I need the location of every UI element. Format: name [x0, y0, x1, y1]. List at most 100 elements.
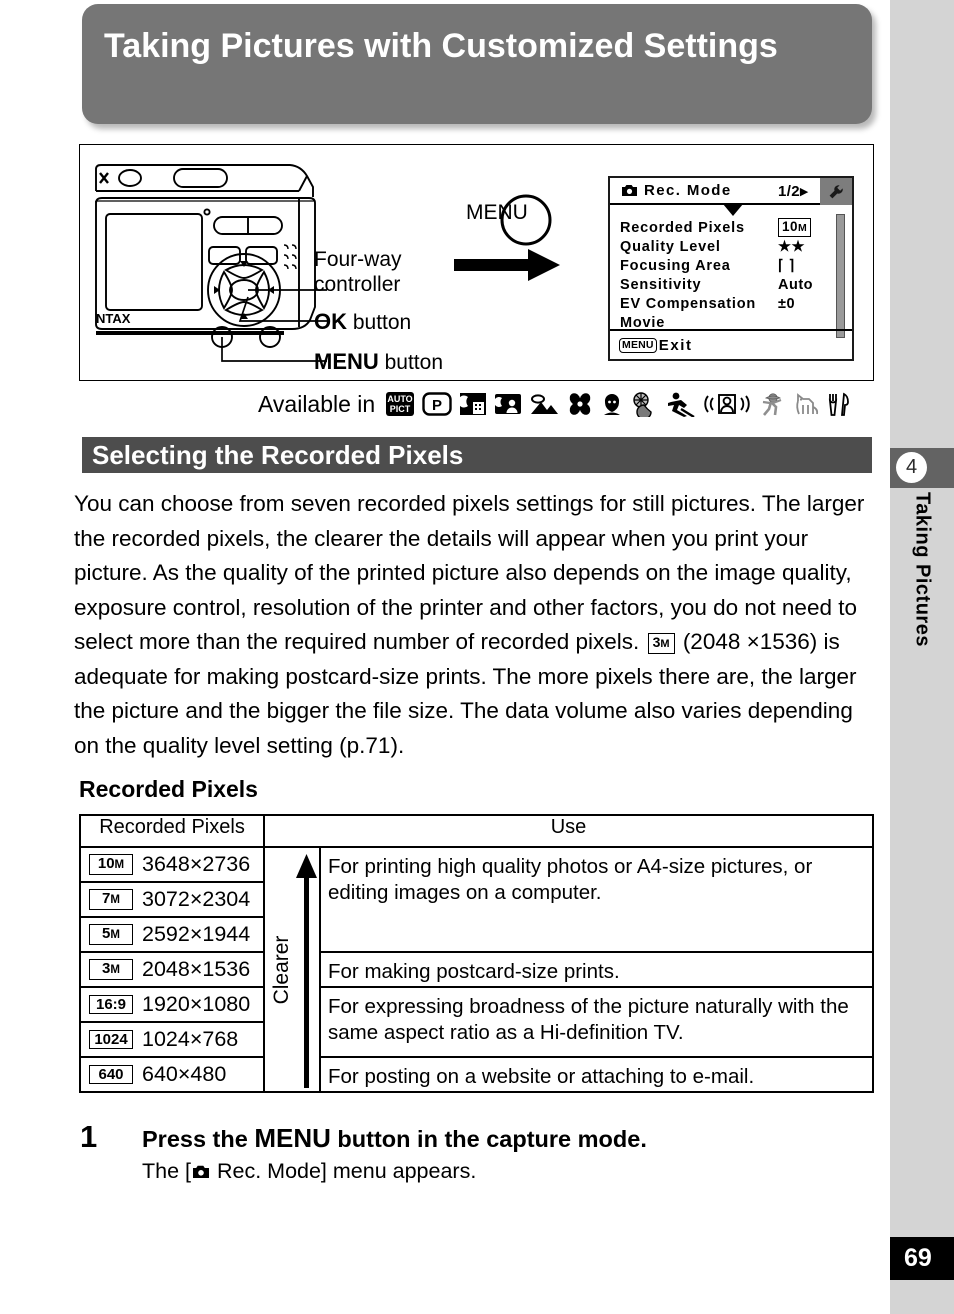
- callout-menu-bold: MENU: [314, 349, 379, 374]
- use-cell: For printing high quality photos or A4-s…: [318, 846, 875, 953]
- page-number: 69: [890, 1237, 954, 1280]
- callout-four-way-line1: Four-way: [314, 248, 402, 271]
- available-in-label: Available in: [258, 390, 376, 417]
- pixels-dimensions: 1024×768: [142, 1027, 239, 1051]
- callout-ok-rest: button: [347, 311, 412, 334]
- lcd-option-value: ±0: [778, 295, 796, 312]
- step-title-after: button in the capture mode.: [330, 1126, 647, 1152]
- lcd-row[interactable]: Sensitivity Auto: [620, 275, 852, 294]
- camera-icon: [193, 1165, 209, 1178]
- pixels-cell: 10M 3648×2736: [79, 846, 265, 883]
- clearer-label: Clearer: [270, 935, 293, 1004]
- lcd-option-value: ★★: [778, 238, 805, 255]
- pixels-badge: 3M: [89, 959, 133, 980]
- lcd-title: Rec. Mode: [644, 182, 732, 199]
- night-scene-mode-icon: [459, 391, 487, 417]
- clearer-indicator: Clearer: [265, 848, 321, 1091]
- chapter-title-text: Taking Pictures: [911, 492, 934, 647]
- pixels-cell: 3M 2048×1536: [79, 951, 265, 988]
- pixels-cell: 1024 1024×768: [79, 1021, 265, 1058]
- lcd-option-label: Recorded Pixels: [620, 219, 745, 236]
- inline-3m-badge: 3M: [647, 633, 675, 654]
- lcd-page-indicator: 1/2▸: [778, 182, 808, 200]
- step-title-menu: MENU: [254, 1123, 331, 1153]
- camera-icon: [622, 185, 637, 196]
- lcd-option-value: ⌈ ⌉: [778, 257, 795, 274]
- lcd-exit-bar: MENU Exit: [610, 329, 852, 359]
- callout-menu-button: MENU button: [314, 349, 443, 375]
- frame-composite-mode-icon: [702, 391, 752, 417]
- lcd-option-label: Quality Level: [620, 238, 721, 255]
- food-mode-icon: [827, 391, 851, 417]
- page-title: Taking Pictures with Customized Settings: [104, 27, 778, 65]
- lcd-option-list: Recorded Pixels 10M Quality Level ★★ Foc…: [610, 205, 852, 332]
- svg-text:P: P: [432, 397, 442, 414]
- lcd-row[interactable]: EV Compensation ±0: [620, 294, 852, 313]
- pixels-badge: 16:9: [89, 995, 133, 1014]
- sport-mode-icon: [665, 391, 695, 417]
- pixels-dimensions: 2592×1944: [142, 922, 251, 946]
- pixels-badge: 10M: [89, 854, 133, 875]
- lcd-option-label: Focusing Area: [620, 257, 731, 274]
- wrench-glyph: [829, 184, 843, 198]
- page-title-banner: Taking Pictures with Customized Settings: [82, 4, 872, 124]
- menu-key-chip: MENU: [619, 337, 657, 353]
- lcd-option-value: Auto: [778, 276, 814, 293]
- column-header-pixels: Recorded Pixels: [79, 814, 265, 848]
- step-description: The [ Rec. Mode] menu appears.: [142, 1159, 476, 1184]
- kids-mode-icon: [759, 391, 785, 417]
- lcd-exit-label: Exit: [658, 336, 693, 354]
- pet-mode-icon: [792, 391, 820, 417]
- lcd-title-bar: Rec. Mode 1/2▸: [610, 178, 852, 205]
- pixels-cell: 7M 3072×2304: [79, 881, 265, 918]
- table-row: 16:9 1920×1080 For expressing broadness o…: [79, 986, 875, 1058]
- use-cell: For expressing broadness of the picture …: [318, 986, 875, 1058]
- pixels-badge: 7M: [89, 889, 133, 910]
- svg-text:AUTO: AUTO: [388, 394, 413, 404]
- lcd-row[interactable]: Recorded Pixels 10M: [620, 218, 852, 237]
- lcd-row[interactable]: Focusing Area ⌈ ⌉: [620, 256, 852, 275]
- lcd-scrollbar[interactable]: [836, 214, 845, 338]
- step-sub-after: Rec. Mode] menu appears.: [211, 1159, 477, 1183]
- pixels-dimensions: 1920×1080: [142, 992, 251, 1016]
- pixels-dimensions: 640×480: [142, 1062, 227, 1086]
- lcd-row[interactable]: Quality Level ★★: [620, 237, 852, 256]
- table-row: 640 640×480 For posting on a website or a…: [79, 1056, 875, 1093]
- use-cell: For making postcard-size prints.: [318, 951, 875, 988]
- step-sub-before: The [: [142, 1159, 191, 1183]
- pixels-cell: 16:9 1920×1080: [79, 986, 265, 1023]
- chapter-title: Taking Pictures: [890, 492, 954, 752]
- landscape-mode-icon: [529, 391, 559, 417]
- callout-four-way-line2: controller: [314, 273, 401, 296]
- available-modes-row: Available in AUTO PICT P: [258, 387, 858, 421]
- portrait-mode-icon: [601, 391, 623, 417]
- table-row: 10M 3648×2736 Clearer For printing high q…: [79, 846, 875, 1093]
- body-paragraph: You can choose from seven recorded pixel…: [74, 487, 879, 763]
- pixels-dimensions: 3648×2736: [142, 852, 251, 876]
- wrench-icon[interactable]: [820, 178, 852, 205]
- clearer-arrow-cell: Clearer: [263, 846, 321, 1093]
- table-subheading: Recorded Pixels: [79, 776, 258, 802]
- flower-mode-icon: [566, 391, 594, 417]
- column-header-use: Use: [262, 814, 875, 848]
- lcd-option-value: 10M: [778, 218, 812, 237]
- step-number: 1: [80, 1119, 98, 1154]
- recorded-pixels-table: Recorded Pixels Use 10M 3648×2736 Clearer: [79, 814, 875, 1093]
- step-title: Press the MENU button in the capture mod…: [142, 1123, 647, 1154]
- pixels-dimensions: 3072×2304: [142, 887, 251, 911]
- lcd-menu-screenshot: Rec. Mode 1/2▸ Recorded Pixels 10M Quali…: [608, 176, 854, 361]
- table-row: 3M 2048×1536 For making postcard-size pri…: [79, 951, 875, 988]
- program-mode-icon: P: [422, 391, 452, 417]
- surf-and-snow-mode-icon: [630, 391, 658, 417]
- pixels-cell: 640 640×480: [79, 1056, 265, 1093]
- pixels-dimensions: 2048×1536: [142, 957, 251, 981]
- section-header: Selecting the Recorded Pixels: [82, 437, 872, 473]
- pixels-badge: 640: [89, 1065, 133, 1084]
- night-scene-portrait-mode-icon: [494, 391, 522, 417]
- auto-pict-mode-icon: AUTO PICT: [385, 391, 415, 417]
- callout-menu-rest: button: [378, 351, 444, 374]
- callout-four-way: Four-way controller: [314, 247, 402, 297]
- svg-text:PICT: PICT: [390, 404, 411, 414]
- use-cell: For posting on a website or attaching to…: [318, 1056, 875, 1093]
- callout-ok-bold: OK: [314, 309, 347, 334]
